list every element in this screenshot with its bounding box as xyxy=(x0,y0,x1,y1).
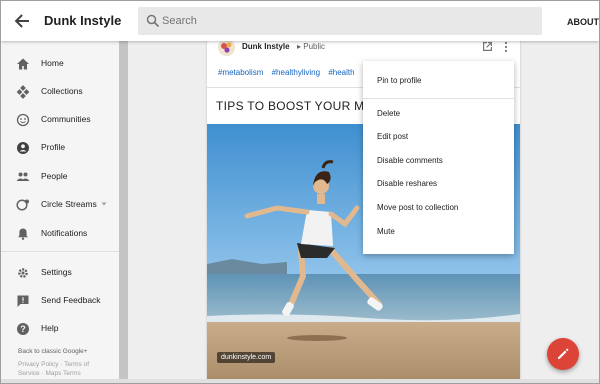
visibility-label: Public xyxy=(303,42,326,51)
sidebar-item-notifications[interactable]: Notifications xyxy=(1,222,119,246)
compose-button[interactable] xyxy=(547,338,579,370)
sidebar-item-people[interactable]: People xyxy=(1,165,119,189)
post-author[interactable]: Dunk Instyle xyxy=(242,42,290,51)
menu-item-delete[interactable]: Delete xyxy=(363,104,514,124)
about-link[interactable]: ABOUT xyxy=(567,17,599,27)
sidebar: Home Collections Communities Profile Peo… xyxy=(1,41,119,383)
sidebar-scrollbar[interactable] xyxy=(119,41,128,383)
sidebar-item-home[interactable]: Home xyxy=(1,52,119,76)
search-input[interactable] xyxy=(162,11,532,31)
sidebar-item-label: Help xyxy=(41,323,59,333)
profile-icon xyxy=(17,142,29,154)
chevron-down-icon xyxy=(101,202,107,206)
sidebar-item-label: Communities xyxy=(41,114,91,124)
menu-item-pin-to-profile[interactable]: Pin to profile xyxy=(363,71,514,91)
sidebar-item-label: Send Feedback xyxy=(41,295,101,305)
menu-item-label: Edit post xyxy=(377,132,409,141)
sidebar-item-communities[interactable]: Communities xyxy=(1,108,119,132)
menu-item-disable-comments[interactable]: Disable comments xyxy=(363,151,514,171)
photo-watermark: dunkinstyle.com xyxy=(217,352,276,363)
people-icon xyxy=(16,172,30,181)
sidebar-item-circle-streams[interactable]: Circle Streams xyxy=(1,193,119,217)
sidebar-item-label: Notifications xyxy=(41,228,88,238)
hashtag-link[interactable]: #metabolism xyxy=(218,68,263,77)
hashtag-link[interactable]: #healthyliving xyxy=(272,68,320,77)
post-hashtags: #metabolism #healthyliving #health xyxy=(218,68,361,77)
sidebar-item-label: Collections xyxy=(41,86,83,96)
menu-item-label: Delete xyxy=(377,109,401,118)
sidebar-divider xyxy=(1,251,119,252)
policy-links[interactable]: Privacy Policy · Terms of xyxy=(18,361,89,368)
menu-item-disable-reshares[interactable]: Disable reshares xyxy=(363,174,514,194)
search-bar[interactable] xyxy=(138,7,542,35)
menu-item-mute[interactable]: Mute xyxy=(363,222,514,242)
gear-icon xyxy=(18,268,28,278)
sidebar-item-help[interactable]: ? Help xyxy=(1,317,119,341)
menu-item-edit-post[interactable]: Edit post xyxy=(363,127,514,147)
sidebar-item-label: People xyxy=(41,171,68,181)
home-icon xyxy=(17,58,29,70)
policy-links-2[interactable]: Service · Maps Terms xyxy=(18,370,81,377)
sidebar-item-label: Circle Streams xyxy=(41,199,97,209)
help-icon: ? xyxy=(17,323,29,335)
menu-divider xyxy=(363,98,514,99)
search-icon xyxy=(146,14,160,28)
sidebar-item-profile[interactable]: Profile xyxy=(1,136,119,160)
bell-icon xyxy=(18,228,28,240)
app-window: Dunk Instyle ABOUT Home Collections Comm… xyxy=(0,0,600,384)
hashtag-link[interactable]: #health xyxy=(328,68,354,77)
sidebar-item-label: Profile xyxy=(41,142,66,152)
avatar[interactable] xyxy=(218,39,235,56)
menu-item-label: Pin to profile xyxy=(377,76,422,85)
sidebar-item-send-feedback[interactable]: Send Feedback xyxy=(1,289,119,313)
menu-item-move-post-to-collection[interactable]: Move post to collection xyxy=(363,198,514,218)
feedback-icon xyxy=(17,295,29,307)
post-overflow-menu: Pin to profile Delete Edit post Disable … xyxy=(363,61,514,254)
menu-item-label: Disable comments xyxy=(377,156,443,165)
back-arrow-icon[interactable] xyxy=(11,10,33,32)
open-in-new-icon[interactable] xyxy=(482,41,493,52)
sidebar-item-settings[interactable]: Settings xyxy=(1,261,119,285)
collections-icon xyxy=(16,85,30,99)
circle-streams-icon xyxy=(16,199,29,211)
pencil-icon xyxy=(558,348,569,359)
back-to-classic-link[interactable]: Back to classic Google+ xyxy=(18,348,88,355)
app-title: Dunk Instyle xyxy=(44,13,122,28)
sidebar-item-label: Home xyxy=(41,58,64,68)
communities-icon xyxy=(16,113,30,127)
menu-item-label: Move post to collection xyxy=(377,203,459,212)
svg-text:?: ? xyxy=(20,324,26,334)
sidebar-item-collections[interactable]: Collections xyxy=(1,80,119,104)
sidebar-item-label: Settings xyxy=(41,267,72,277)
menu-item-label: Disable reshares xyxy=(377,179,438,188)
menu-item-label: Mute xyxy=(377,227,395,236)
top-bar: Dunk Instyle ABOUT xyxy=(1,1,599,41)
more-vert-icon[interactable] xyxy=(503,41,509,53)
post-visibility: ▸ Public xyxy=(297,42,326,51)
bottom-status-strip xyxy=(1,379,599,383)
